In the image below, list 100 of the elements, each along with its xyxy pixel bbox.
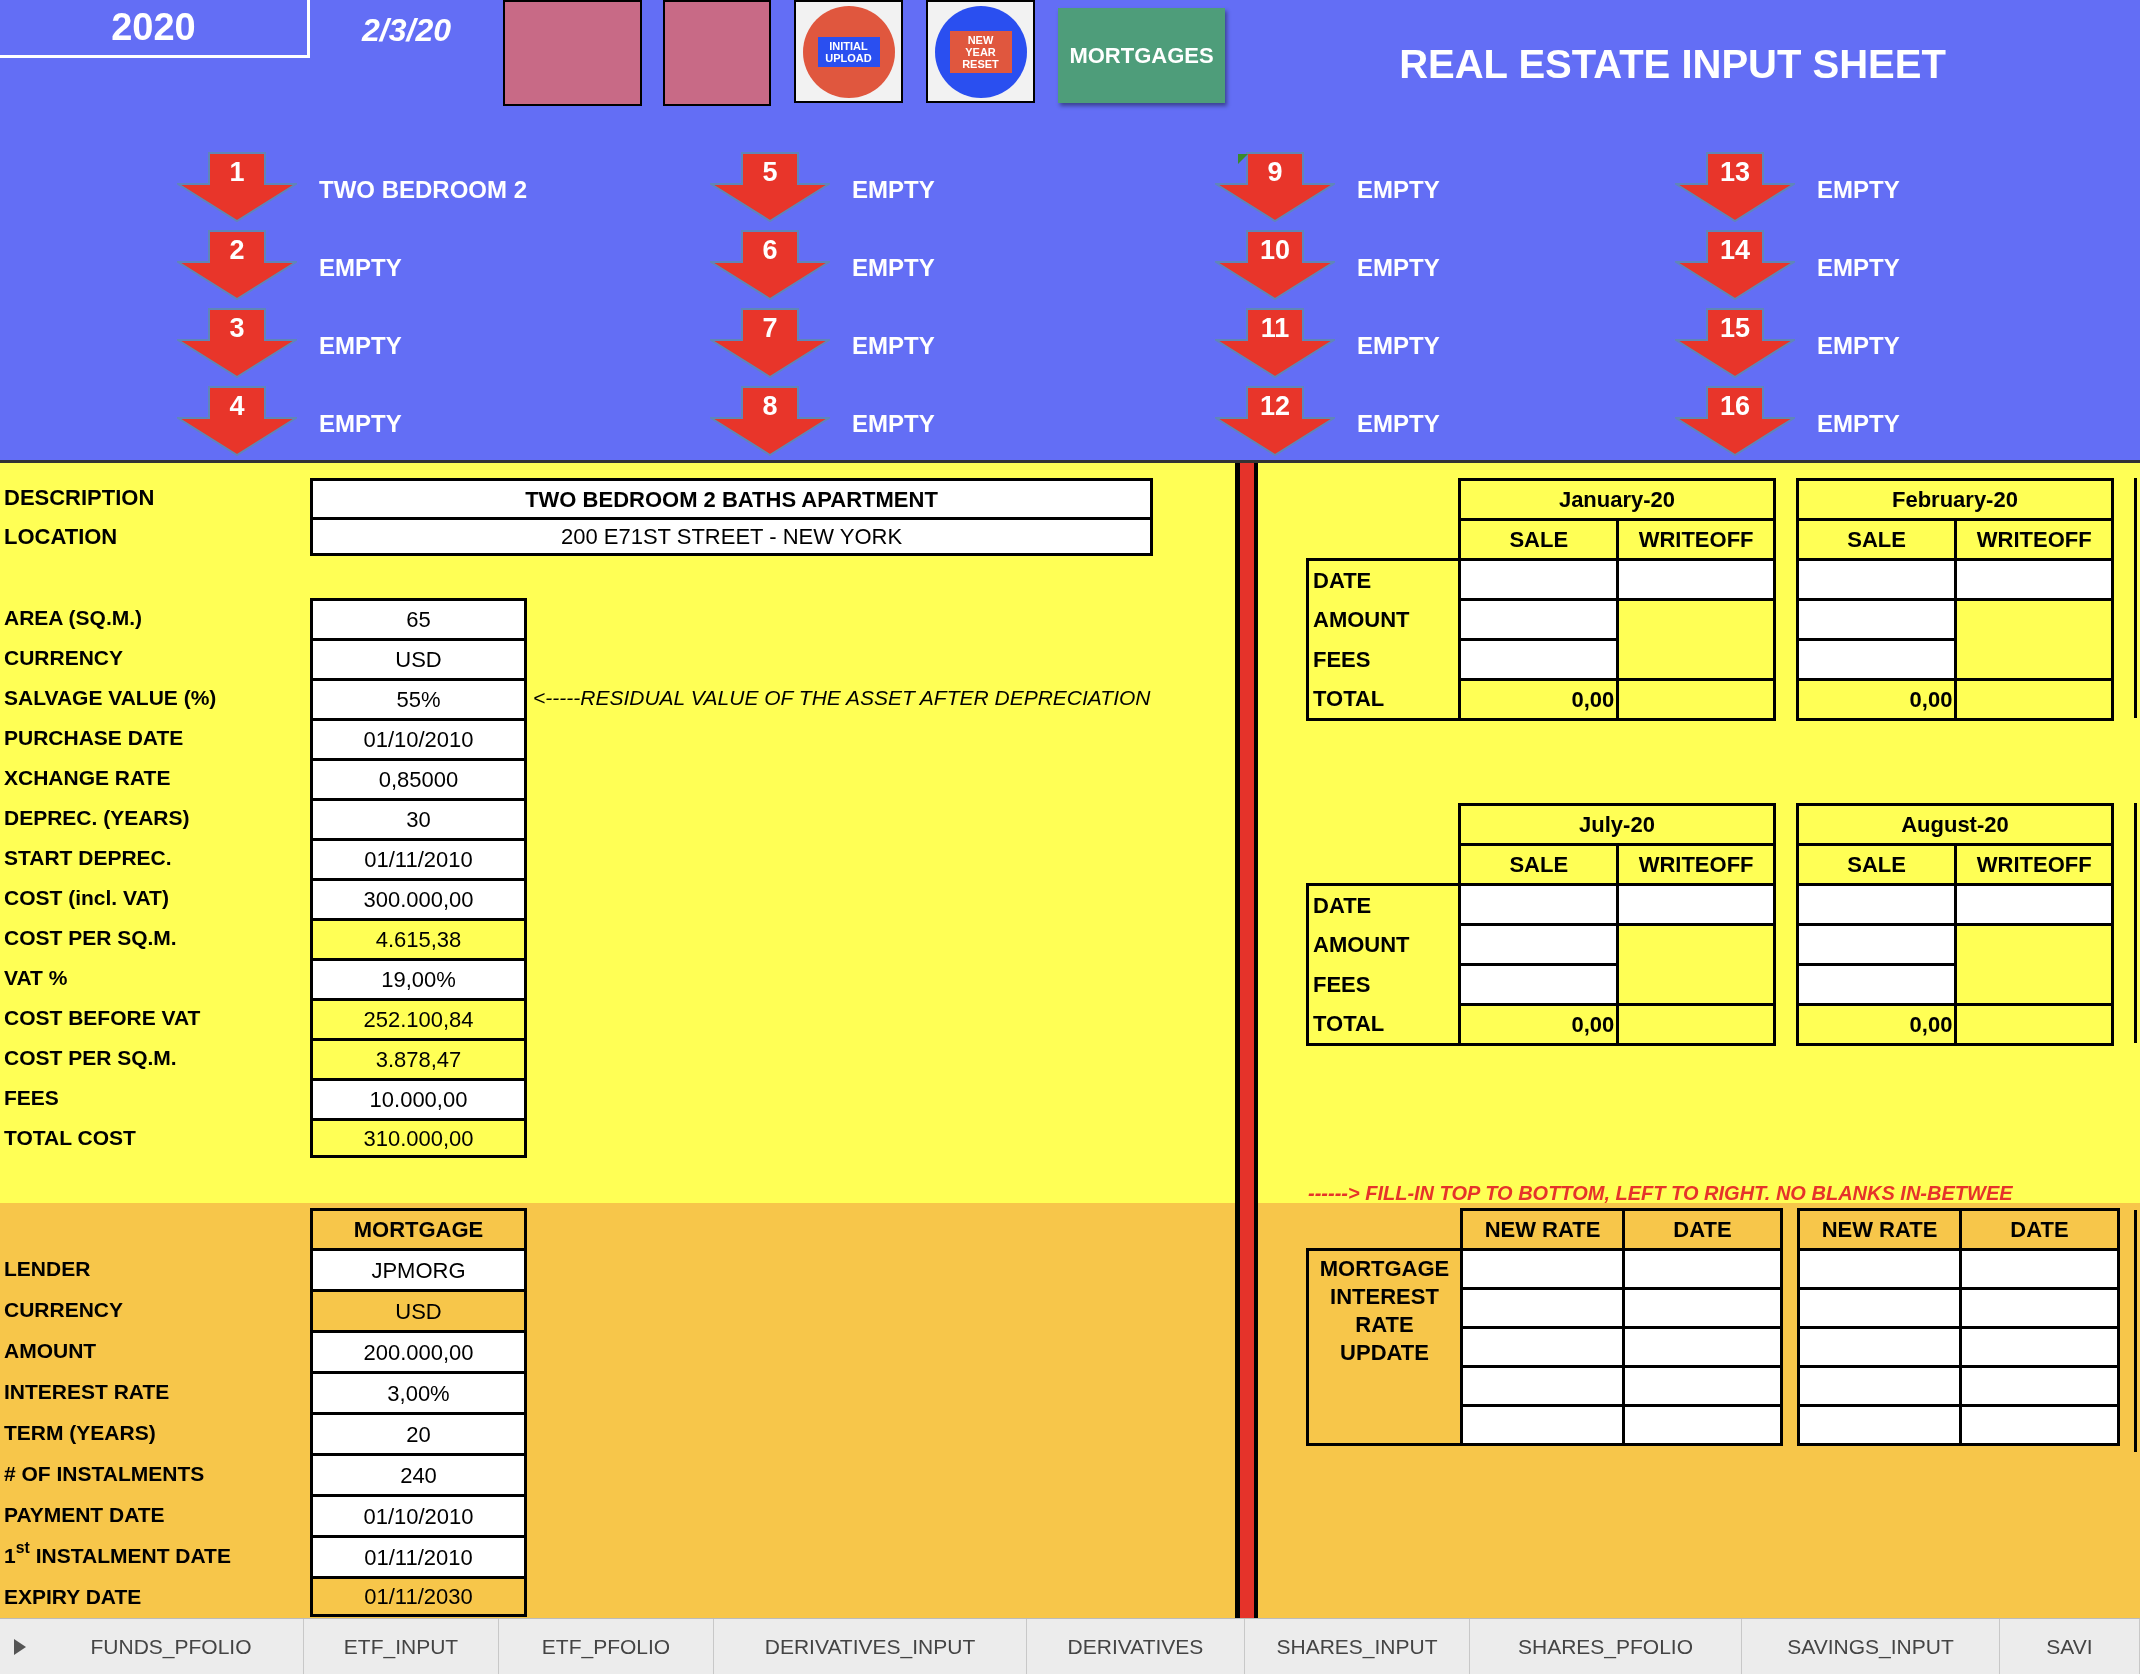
input-cell[interactable] — [1797, 924, 1956, 965]
field-label: TERM (YEARS) — [3, 1419, 157, 1446]
arrow-button[interactable]: 11 — [1215, 308, 1335, 378]
sheet-tab[interactable]: FUNDS_PFOLIO — [39, 1619, 304, 1674]
input-cell[interactable] — [1797, 884, 1956, 925]
illustration-placeholder[interactable] — [503, 0, 642, 106]
field-label: COST BEFORE VAT — [3, 1005, 202, 1032]
input-cell[interactable] — [1797, 964, 1956, 1005]
field-value: 0,85000 — [310, 758, 527, 798]
field-label: FEES — [3, 1085, 60, 1112]
field-value: USD — [310, 638, 527, 678]
input-cell[interactable] — [1798, 1288, 1961, 1328]
input-cell[interactable] — [1459, 924, 1618, 965]
input-cell[interactable] — [1459, 639, 1618, 680]
input-cell[interactable] — [1798, 1327, 1961, 1367]
slot-label: EMPTY — [1817, 253, 1900, 283]
slot-label: EMPTY — [319, 409, 402, 439]
sheet-tab[interactable]: DERIVATIVES_INPUT — [714, 1619, 1027, 1674]
input-cell[interactable] — [1797, 639, 1956, 680]
slot-label: EMPTY — [1357, 409, 1440, 439]
sheet-tab[interactable]: SHARES_PFOLIO — [1470, 1619, 1742, 1674]
sheet-tab[interactable]: ETF_PFOLIO — [499, 1619, 714, 1674]
scroll-right-icon[interactable] — [13, 1638, 26, 1655]
slot-label: EMPTY — [852, 175, 935, 205]
input-cell[interactable] — [1960, 1288, 2119, 1328]
field-label: 1$^{st}$ INSTALMENT DATE — [3, 1537, 232, 1569]
new-year-reset-button[interactable]: NEW YEAR RESET — [926, 0, 1035, 103]
field-value: TWO BEDROOM 2 BATHS APARTMENT — [310, 478, 1153, 517]
sheet-tab[interactable]: SAVI — [2000, 1619, 2140, 1674]
input-cell[interactable] — [1459, 964, 1618, 1005]
arrow-button[interactable]: 16 — [1675, 386, 1795, 456]
field-value: 4.615,38 — [310, 918, 527, 958]
input-cell[interactable] — [1798, 1405, 1961, 1445]
arrow-button[interactable]: 10 — [1215, 230, 1335, 300]
initial-upload-button[interactable]: INITIAL UPLOAD — [794, 0, 903, 103]
arrow-button[interactable]: 1 — [177, 152, 297, 222]
sheet-tab[interactable]: SHARES_INPUT — [1245, 1619, 1470, 1674]
input-cell[interactable] — [1623, 1327, 1782, 1367]
slot-label: EMPTY — [319, 253, 402, 283]
field-value: 01/11/2030 — [310, 1576, 527, 1617]
row-label: MORTGAGE INTEREST RATE UPDATE — [1307, 1249, 1462, 1445]
input-cell[interactable] — [1798, 1366, 1961, 1406]
arrow-button[interactable]: 14 — [1675, 230, 1795, 300]
input-cell[interactable] — [1461, 1327, 1624, 1367]
field-value: 200.000,00 — [310, 1330, 527, 1371]
arrow-button[interactable]: 2 — [177, 230, 297, 300]
input-cell[interactable] — [1960, 1405, 2119, 1445]
sheet-tab[interactable]: ETF_INPUT — [304, 1619, 499, 1674]
input-cell[interactable] — [1617, 559, 1775, 600]
arrow-button[interactable]: 6 — [710, 230, 830, 300]
field-value: 310.000,00 — [310, 1118, 527, 1158]
input-cell[interactable] — [1955, 884, 2113, 925]
illustration-placeholder[interactable] — [663, 0, 771, 106]
input-cell[interactable] — [1797, 599, 1956, 640]
input-cell[interactable] — [1459, 884, 1618, 925]
input-cell[interactable] — [1623, 1405, 1782, 1445]
field-label: COST PER SQ.M. — [3, 925, 178, 952]
input-cell[interactable] — [1955, 559, 2113, 600]
field-label: AMOUNT — [3, 1337, 98, 1364]
input-cell[interactable] — [1461, 1366, 1624, 1406]
input-cell[interactable] — [1960, 1249, 2119, 1289]
slot-label: EMPTY — [1817, 331, 1900, 361]
arrow-button[interactable]: 15 — [1675, 308, 1795, 378]
field-value: 3,00% — [310, 1371, 527, 1412]
sheet-tab[interactable]: SAVINGS_INPUT — [1742, 1619, 2000, 1674]
field-value: JPMORG — [310, 1248, 527, 1289]
field-value: 65 — [310, 598, 527, 638]
input-cell[interactable] — [1459, 599, 1618, 640]
month-header: February-20 — [1797, 479, 2113, 520]
input-cell[interactable] — [1461, 1405, 1624, 1445]
field-value: 200 E71ST STREET - NEW YORK — [310, 517, 1153, 556]
input-cell[interactable] — [1797, 559, 1956, 600]
arrow-button[interactable]: 8 — [710, 386, 830, 456]
arrow-button[interactable]: 12 — [1215, 386, 1335, 456]
arrow-button[interactable]: 13 — [1675, 152, 1795, 222]
field-label: INTEREST RATE — [3, 1378, 171, 1405]
arrow-button[interactable]: 7 — [710, 308, 830, 378]
month-header: August-20 — [1797, 804, 2113, 845]
input-cell[interactable] — [1623, 1288, 1782, 1328]
mortgages-button[interactable]: MORTGAGES — [1058, 8, 1225, 103]
slot-label: EMPTY — [852, 253, 935, 283]
input-cell[interactable] — [1617, 884, 1775, 925]
input-cell[interactable] — [1459, 559, 1618, 600]
arrow-button[interactable]: 9 — [1215, 152, 1335, 222]
input-cell[interactable] — [1798, 1249, 1961, 1289]
input-cell[interactable] — [1461, 1249, 1624, 1289]
date-text: 2/3/20 — [360, 11, 452, 50]
field-value: 30 — [310, 798, 527, 838]
input-cell[interactable] — [1960, 1327, 2119, 1367]
slot-label: EMPTY — [852, 409, 935, 439]
arrow-button[interactable]: 5 — [710, 152, 830, 222]
arrow-button[interactable]: 4 — [177, 386, 297, 456]
slot-label: EMPTY — [1357, 175, 1440, 205]
input-cell[interactable] — [1461, 1288, 1624, 1328]
input-cell[interactable] — [1623, 1249, 1782, 1289]
input-cell[interactable] — [1960, 1366, 2119, 1406]
field-value: 240 — [310, 1453, 527, 1494]
input-cell[interactable] — [1623, 1366, 1782, 1406]
arrow-button[interactable]: 3 — [177, 308, 297, 378]
sheet-tab[interactable]: DERIVATIVES — [1027, 1619, 1245, 1674]
